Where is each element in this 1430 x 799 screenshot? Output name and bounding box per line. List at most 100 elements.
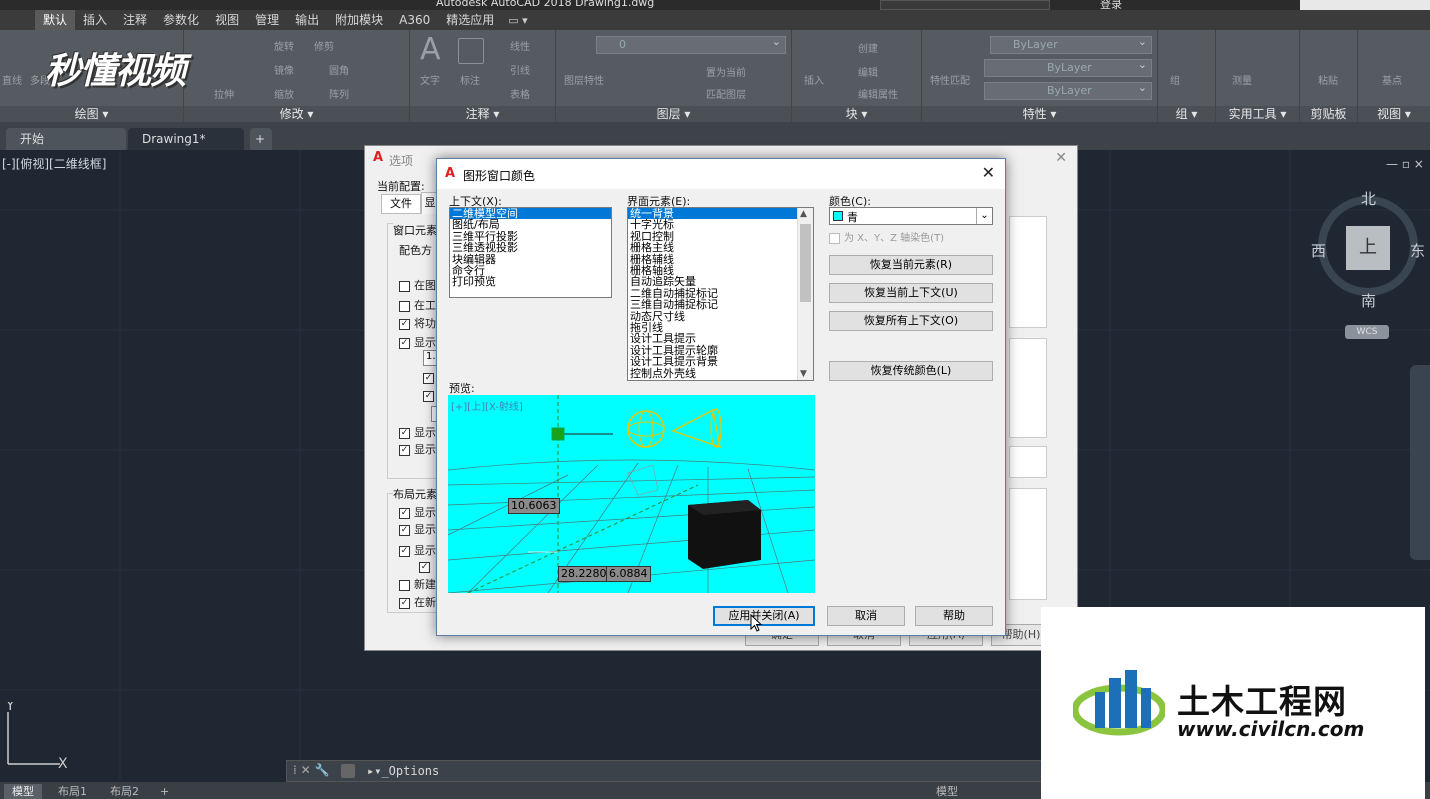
restore-all-contexts-button[interactable]: 恢复所有上下文(O): [829, 311, 993, 331]
tab-annotate[interactable]: 注释: [115, 10, 155, 30]
help-button[interactable]: 帮助: [915, 606, 993, 626]
checkbox-row[interactable]: ✓ 显示: [399, 504, 436, 520]
checkbox[interactable]: [399, 280, 410, 292]
close-icon[interactable]: ✕: [982, 163, 995, 182]
tab-layout1[interactable]: 布局1: [50, 784, 95, 799]
command-line[interactable]: ⁞ ✕ 🔧 ▸▾_Options: [286, 760, 1042, 782]
tab-output[interactable]: 输出: [287, 10, 327, 30]
mirror-tool[interactable]: 镜像: [274, 62, 294, 77]
checkbox-row[interactable]: 在图: [399, 277, 436, 293]
tab-insert[interactable]: 插入: [75, 10, 115, 30]
scrollbar-thumb[interactable]: [800, 224, 811, 302]
list-item[interactable]: 栅格主线: [628, 242, 813, 254]
tab-files[interactable]: 文件: [381, 194, 421, 214]
text-tool[interactable]: 文字: [420, 72, 440, 87]
rotate-tool[interactable]: 旋转: [274, 38, 294, 53]
list-item[interactable]: 设计工具提示背景: [628, 356, 813, 368]
array-tool[interactable]: 阵列: [329, 86, 349, 101]
tab-view[interactable]: 视图: [207, 10, 247, 30]
checkbox-row[interactable]: 在工: [399, 297, 436, 313]
paste-tool[interactable]: 粘贴: [1318, 72, 1338, 87]
checkbox-row[interactable]: ✓ 显示: [399, 521, 436, 537]
list-item[interactable]: 三维透视投影: [450, 242, 611, 254]
add-layout-button[interactable]: +: [152, 784, 177, 799]
viewport-window-controls[interactable]: — ▫ ×: [1386, 157, 1424, 171]
table-tool[interactable]: 表格: [510, 86, 530, 101]
checkbox-row[interactable]: 新建: [399, 576, 436, 592]
list-item[interactable]: 控制点外壳线: [628, 367, 813, 379]
create-block-tool[interactable]: 创建: [858, 40, 878, 55]
scale-tool[interactable]: 缩放: [274, 86, 294, 101]
command-text[interactable]: ▸▾_Options: [367, 764, 439, 778]
command-prompt-icon[interactable]: [341, 764, 355, 778]
dimension-icon[interactable]: [458, 38, 484, 64]
viewport-label[interactable]: [-][俯视][二维线框]: [2, 155, 106, 172]
checkbox[interactable]: ✓: [419, 560, 434, 573]
checkbox-row[interactable]: ✓ 将功: [399, 315, 436, 331]
compass-north[interactable]: 北: [1361, 188, 1376, 209]
tab-default[interactable]: 默认: [35, 10, 76, 30]
navigation-bar[interactable]: [1410, 365, 1430, 560]
group-tool[interactable]: 组: [1170, 72, 1180, 87]
panel-title-layers[interactable]: 图层 ▾: [556, 106, 791, 122]
cancel-button[interactable]: 取消: [827, 606, 905, 626]
color-dropdown[interactable]: 青 ⌄: [829, 207, 993, 225]
match-layer-tool[interactable]: 匹配图层: [706, 86, 746, 101]
panel-title-clipboard[interactable]: 剪贴板: [1300, 106, 1357, 122]
edit-attributes-tool[interactable]: 编辑属性: [858, 86, 898, 101]
list-item[interactable]: 三维自动捕捉标记: [628, 299, 813, 311]
scrollbar[interactable]: ▲ ▼: [797, 208, 813, 380]
login-link[interactable]: 登录: [1100, 0, 1122, 10]
panel-title-block[interactable]: 块 ▾: [792, 106, 921, 122]
tab-manage[interactable]: 管理: [247, 10, 287, 30]
checkbox-checked[interactable]: ✓: [399, 337, 410, 349]
checkbox-checked[interactable]: ✓: [399, 318, 410, 330]
restore-current-context-button[interactable]: 恢复当前上下文(U): [829, 283, 993, 303]
panel-title-annotate[interactable]: 注释 ▾: [410, 106, 555, 122]
measure-tool[interactable]: 测量: [1232, 72, 1252, 87]
insert-tool[interactable]: 插入: [804, 72, 824, 87]
text-icon[interactable]: A: [420, 32, 441, 67]
edit-block-tool[interactable]: 编辑: [858, 64, 878, 79]
trim-tool[interactable]: 修剪: [314, 38, 334, 53]
tab-start[interactable]: 开始: [6, 128, 126, 150]
window-controls[interactable]: [1300, 0, 1430, 10]
context-listbox[interactable]: 二维模型空间 图纸/布局 三维平行投影 三维透视投影 块编辑器 命令行 打印预览: [449, 207, 612, 298]
dimension-tool[interactable]: 标注: [460, 72, 480, 87]
checkbox-row[interactable]: ✓ 显示: [399, 542, 436, 558]
panel-title-draw[interactable]: 绘图 ▾: [0, 106, 183, 122]
compass-east[interactable]: 东: [1410, 240, 1425, 261]
tab-addins[interactable]: 附加模块: [327, 10, 391, 30]
tab-featured-apps[interactable]: 精选应用: [438, 10, 502, 30]
model-space-toggle[interactable]: 模型: [928, 784, 966, 799]
camera-icon[interactable]: ▭ ▾: [502, 14, 533, 27]
grip-icon[interactable]: ⁞ ✕ 🔧: [293, 763, 329, 777]
checkbox-row[interactable]: ✓ 显示: [399, 334, 436, 350]
set-current-tool[interactable]: 置为当前: [706, 64, 746, 79]
checkbox-checked[interactable]: ✓: [399, 444, 410, 456]
checkbox-row[interactable]: ✓ 显示: [399, 441, 436, 457]
layer-properties-tool[interactable]: 图层特性: [564, 72, 604, 87]
restore-classic-colors-button[interactable]: 恢复传统颜色(L): [829, 361, 993, 381]
color-dropdown[interactable]: ByLayer: [990, 36, 1152, 54]
apply-and-close-button[interactable]: 应用并关闭(A): [713, 606, 815, 626]
checkbox-row[interactable]: ✓ 显示: [399, 424, 436, 440]
tab-drawing1[interactable]: Drawing1* ×: [128, 128, 244, 168]
checkbox-row[interactable]: ✓ 在新: [399, 594, 436, 610]
fillet-tool[interactable]: 圆角: [329, 62, 349, 77]
compass-west[interactable]: 西: [1311, 240, 1326, 261]
panel-title-modify[interactable]: 修改 ▾: [184, 106, 409, 122]
linetype-dropdown[interactable]: ByLayer: [984, 59, 1152, 77]
tab-model[interactable]: 模型: [4, 784, 42, 799]
stretch-tool[interactable]: 拉伸: [214, 86, 234, 101]
checkbox-checked[interactable]: ✓: [399, 427, 410, 439]
tab-parametric[interactable]: 参数化: [155, 10, 207, 30]
linear-tool[interactable]: 线性: [510, 38, 530, 53]
tab-layout2[interactable]: 布局2: [102, 784, 147, 799]
tab-a360[interactable]: A360: [391, 10, 438, 30]
search-input[interactable]: [880, 0, 1050, 10]
close-icon[interactable]: ✕: [1055, 150, 1067, 166]
checkbox[interactable]: [399, 300, 410, 312]
panel-title-view[interactable]: 视图 ▾: [1358, 106, 1430, 122]
panel-title-utilities[interactable]: 实用工具 ▾: [1216, 106, 1299, 122]
